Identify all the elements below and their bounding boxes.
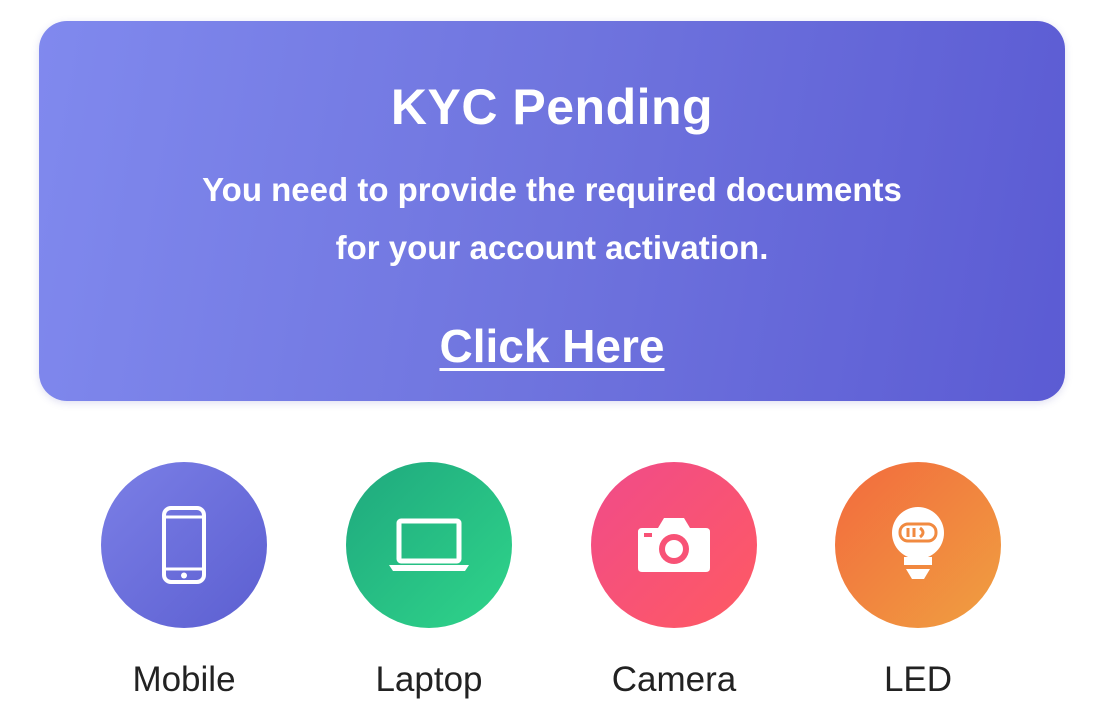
- category-mobile-circle: [101, 462, 267, 628]
- page: KYC Pending You need to provide the requ…: [0, 0, 1104, 716]
- category-led[interactable]: LED: [818, 462, 1018, 700]
- kyc-link-wrapper: Click Here: [39, 319, 1065, 373]
- category-laptop-circle: [346, 462, 512, 628]
- kyc-title: KYC Pending: [390, 79, 714, 135]
- category-camera[interactable]: Camera: [574, 462, 774, 700]
- category-list: Mobile Laptop Camera LED: [0, 462, 1104, 716]
- kyc-message: You need to provide the required documen…: [202, 171, 902, 266]
- laptop-icon: [389, 518, 469, 571]
- category-camera-circle: [591, 462, 757, 628]
- category-label: Mobile: [132, 660, 236, 699]
- kyc-pending-banner: KYC Pending You need to provide the requ…: [39, 21, 1065, 401]
- category-led-circle: [835, 462, 1001, 628]
- category-label: Laptop: [375, 660, 483, 699]
- category-mobile[interactable]: Mobile: [84, 462, 284, 700]
- mobile-phone-icon: [162, 506, 206, 584]
- led-bulb-icon: [892, 507, 944, 579]
- category-label: Camera: [611, 660, 737, 699]
- category-laptop[interactable]: Laptop: [329, 462, 529, 700]
- camera-icon: [638, 518, 710, 572]
- click-here-link[interactable]: Click Here: [439, 320, 664, 372]
- category-label: LED: [883, 660, 953, 699]
